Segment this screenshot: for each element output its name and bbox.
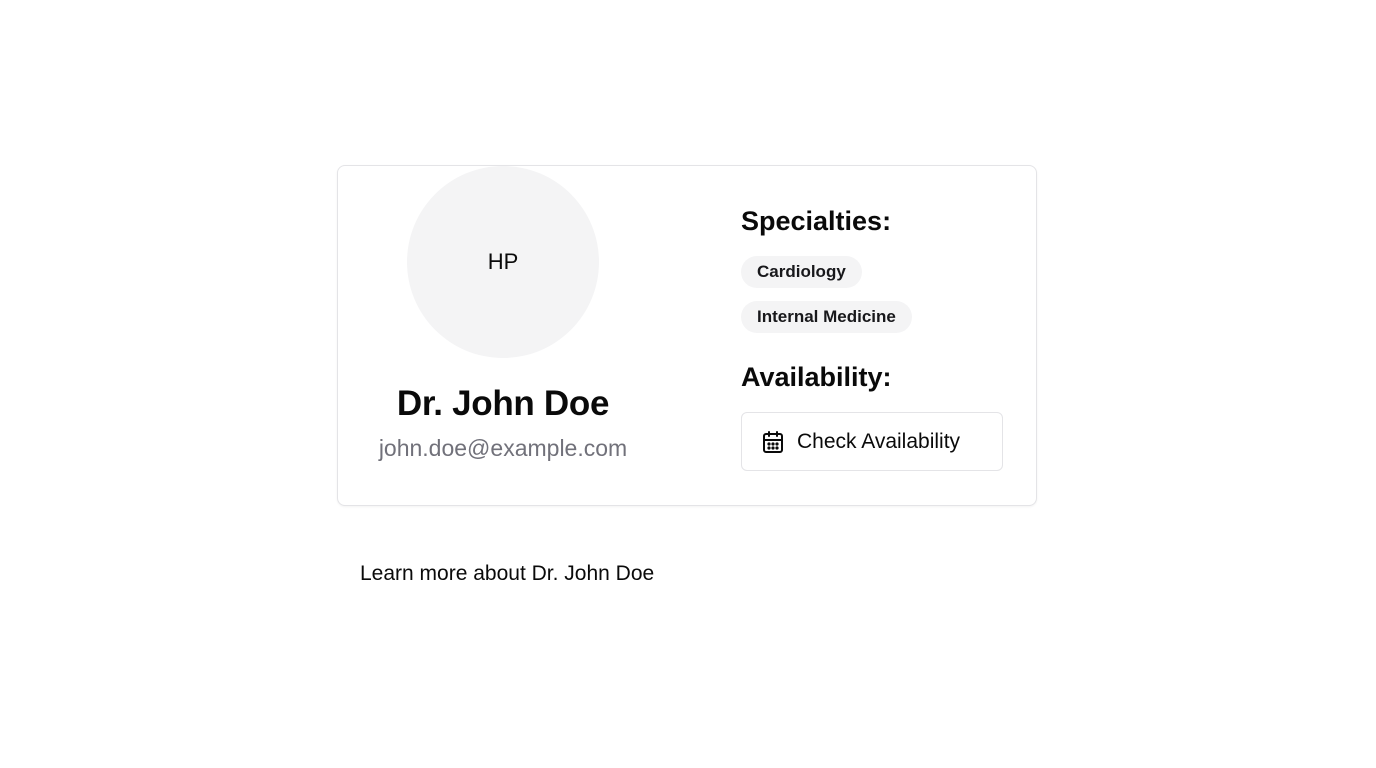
specialties-title: Specialties: [741, 206, 892, 236]
calendar-icon [761, 430, 785, 454]
check-availability-button[interactable]: Check Availability [741, 412, 1003, 471]
specialty-badge: Internal Medicine [741, 301, 912, 333]
doctor-profile-card: HP Dr. John Doe john.doe@example.com Spe… [337, 165, 1037, 506]
profile-column: HP Dr. John Doe john.doe@example.com [338, 166, 668, 505]
doctor-email: john.doe@example.com [378, 435, 628, 461]
learn-more-link[interactable]: Learn more about Dr. John Doe [360, 562, 654, 586]
doctor-name: Dr. John Doe [396, 384, 610, 423]
avatar: HP [407, 166, 599, 358]
details-column: Specialties: Cardiology Internal Medicin… [741, 166, 1021, 505]
specialty-badge: Cardiology [741, 256, 862, 288]
avatar-initials: HP [487, 249, 519, 274]
check-availability-label: Check Availability [797, 429, 961, 453]
availability-title: Availability: [741, 362, 892, 392]
page: HP Dr. John Doe john.doe@example.com Spe… [0, 0, 1376, 768]
